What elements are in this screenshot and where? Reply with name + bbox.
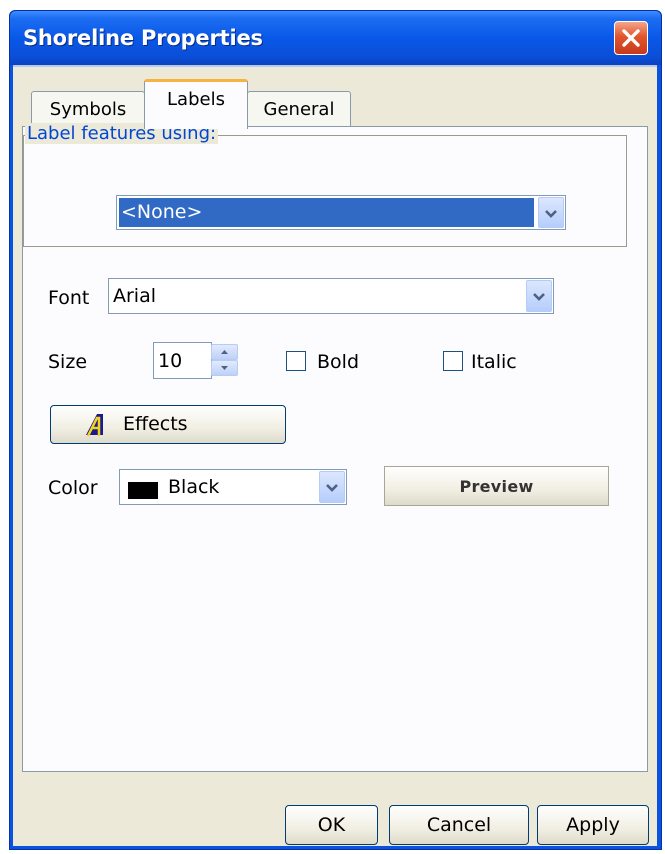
size-label: Size [48,351,88,373]
color-swatch [128,482,158,499]
tab-symbols-label: Symbols [49,99,127,120]
tab-general-label: General [263,99,335,120]
title-bar[interactable]: Shoreline Properties [10,11,661,65]
color-label: Color [48,477,98,499]
effects-label: Effects [123,413,188,435]
cancel-label: Cancel [426,814,492,836]
spin-up-icon [221,350,228,354]
ok-label: OK [317,814,346,836]
chevron-down-icon [326,484,338,492]
size-spinner[interactable]: 10 [153,342,241,379]
color-value: Black [168,476,220,498]
spin-down-icon [221,366,228,370]
italic-label: Italic [471,351,517,373]
label-field-dropdown[interactable]: <None> [116,195,566,230]
effects-button[interactable]: Effects [50,405,286,444]
close-button[interactable] [614,21,648,55]
font-dropdown-arrow[interactable] [526,280,552,312]
size-value: 10 [158,350,183,372]
window-title: Shoreline Properties [23,26,263,50]
tab-labels-label: Labels [167,89,225,110]
label-field-dropdown-arrow[interactable] [538,197,564,228]
font-label: Font [48,287,90,309]
properties-dialog: Shoreline Properties Symbols Labels Gene… [9,10,662,850]
bold-checkbox[interactable] [286,351,306,371]
font-dropdown[interactable]: Arial [108,278,554,314]
tab-general[interactable]: General [247,91,351,127]
spin-up-button[interactable] [211,344,238,360]
italic-checkbox[interactable] [443,351,463,371]
label-features-group [23,135,627,247]
color-dropdown[interactable]: Black [119,469,347,505]
spin-down-button[interactable] [211,360,238,376]
tab-labels[interactable]: Labels [144,79,248,129]
chevron-down-icon [545,210,557,218]
preview-label: Preview [459,477,534,496]
cancel-button[interactable]: Cancel [389,805,529,845]
chevron-down-icon [533,293,545,301]
label-field-value: <None> [121,201,203,223]
size-spinner-field[interactable]: 10 [153,342,212,379]
effects-a-icon [86,414,103,437]
preview-box: Preview [384,466,609,506]
ok-button[interactable]: OK [285,805,378,845]
title-divider [13,65,657,67]
dialog-client-area: Symbols Labels General Label features us… [13,65,657,846]
apply-button[interactable]: Apply [537,805,649,845]
font-value: Arial [113,285,157,307]
apply-label: Apply [566,814,620,836]
bold-label: Bold [317,351,359,373]
color-dropdown-arrow[interactable] [319,471,345,503]
tab-symbols[interactable]: Symbols [31,91,145,127]
close-icon [622,29,640,47]
